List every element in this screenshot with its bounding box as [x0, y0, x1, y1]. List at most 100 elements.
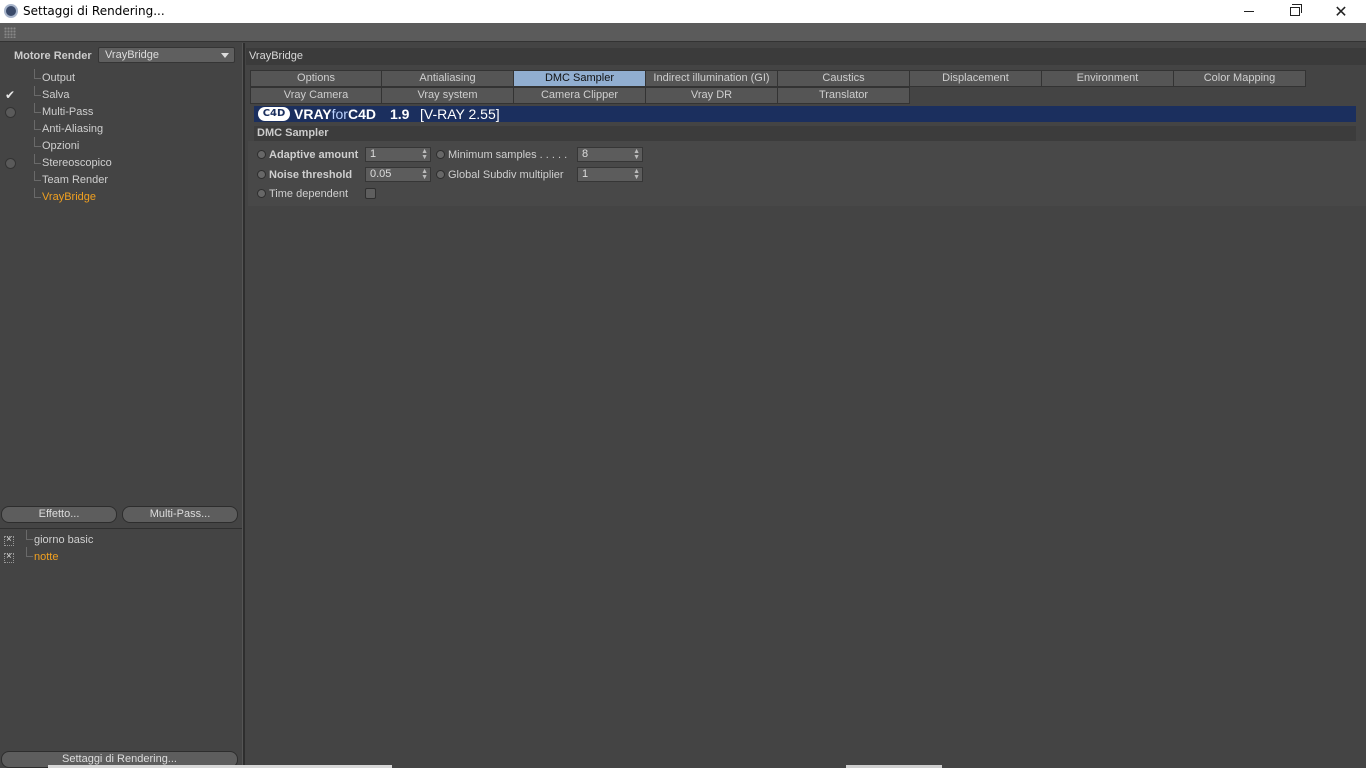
tab-dmc-sampler[interactable]: DMC Sampler [513, 70, 646, 87]
tree-item-vraybridge[interactable]: VrayBridge [0, 188, 242, 206]
vray-banner: C4D VRAYforC4D 1.9 [V-RAY 2.55] [254, 106, 1356, 122]
stepper-icon[interactable]: ▲ ▼ [421, 168, 428, 181]
tab-camera-clipper[interactable]: Camera Clipper [513, 87, 646, 104]
grip-handle-icon[interactable] [4, 27, 16, 38]
animate-radio[interactable] [257, 189, 266, 198]
global-subdiv-input[interactable]: 1 ▲ ▼ [577, 167, 643, 182]
tab-caustics[interactable]: Caustics [777, 70, 910, 87]
brand-for: for [331, 106, 348, 122]
preset-toggle-icon[interactable] [4, 534, 14, 546]
tab-vray-system[interactable]: Vray system [381, 87, 514, 104]
cinema4d-app-icon [4, 4, 18, 18]
animate-radio[interactable] [436, 170, 445, 179]
global-subdiv-label: Global Subdiv multiplier [448, 169, 564, 181]
stepper-icon[interactable]: ▲ ▼ [421, 148, 428, 161]
tree-item-stereoscopico[interactable]: Stereoscopico [0, 154, 242, 172]
effect-button[interactable]: Effetto... [1, 506, 117, 523]
render-engine-value: VrayBridge [105, 49, 160, 61]
render-engine-label: Motore Render [14, 50, 92, 62]
minimum-samples-label: Minimum samples . . . . . [448, 149, 568, 161]
tree-branch-line [34, 188, 41, 198]
tab-indirect-illumination[interactable]: Indirect illumination (GI) [645, 70, 778, 87]
tree-item-label: VrayBridge [42, 191, 97, 203]
preset-label: notte [34, 551, 59, 563]
vray-for-c4d-brand: VRAYforC4D [294, 106, 376, 122]
animate-radio[interactable] [257, 150, 266, 159]
tree-item-team-render[interactable]: Team Render [0, 171, 242, 189]
chevron-down-icon [221, 53, 229, 58]
minimum-samples-value: 8 [582, 148, 589, 160]
brand-vray: VRAY [294, 106, 332, 122]
adaptive-amount-input[interactable]: 1 ▲ ▼ [365, 147, 431, 162]
preset-label: giorno basic [34, 534, 94, 546]
tree-branch-line [26, 530, 33, 540]
tree-item-anti-aliasing[interactable]: Anti-Aliasing [0, 120, 242, 138]
tree-branch-line [34, 86, 41, 96]
panel-header-title: VrayBridge [249, 50, 304, 62]
animate-radio[interactable] [436, 150, 445, 159]
brand-c4d: C4D [347, 106, 376, 122]
group-header: DMC Sampler [254, 126, 1356, 141]
time-dependent-checkbox[interactable] [365, 188, 376, 199]
tab-translator[interactable]: Translator [777, 87, 910, 104]
animate-radio[interactable] [257, 170, 266, 179]
tree-item-label: Opzioni [42, 140, 80, 152]
tree-item-salva[interactable]: ✔ Salva [0, 86, 242, 104]
divider [0, 528, 242, 529]
tree-branch-line [34, 137, 41, 147]
title-bar: Settaggi di Rendering... ✕ [0, 0, 1366, 23]
adaptive-amount-label: Adaptive amount [269, 149, 359, 161]
tree-item-label: Multi-Pass [42, 106, 94, 118]
minimum-samples-input[interactable]: 8 ▲ ▼ [577, 147, 643, 162]
render-engine-dropdown[interactable]: VrayBridge [98, 47, 235, 63]
tab-displacement[interactable]: Displacement [909, 70, 1042, 87]
stepper-icon[interactable]: ▲ ▼ [633, 168, 640, 181]
global-subdiv-value: 1 [582, 168, 589, 180]
tree-item-label: Team Render [42, 174, 109, 186]
minimize-button[interactable] [1226, 0, 1272, 23]
c4d-logo: C4D [258, 107, 290, 121]
tree-branch-line [34, 120, 41, 130]
tab-vray-camera[interactable]: Vray Camera [250, 87, 382, 104]
tree-item-output[interactable]: Output [0, 69, 242, 87]
tree-branch-line [34, 171, 41, 181]
tree-branch-line [34, 103, 41, 113]
adaptive-amount-value: 1 [370, 148, 377, 160]
tree-item-multipass[interactable]: Multi-Pass [0, 103, 242, 121]
tree-item-opzioni[interactable]: Opzioni [0, 137, 242, 155]
toolbar-strip [0, 23, 1366, 42]
preset-item-giorno-basic[interactable]: giorno basic [0, 530, 242, 549]
group-title: DMC Sampler [257, 127, 329, 139]
toggle-checkbox[interactable] [5, 107, 16, 118]
tree-item-label: Anti-Aliasing [42, 123, 104, 135]
tree-branch-line [34, 69, 41, 79]
noise-threshold-input[interactable]: 0.05 ▲ ▼ [365, 167, 431, 182]
close-button[interactable]: ✕ [1318, 0, 1364, 23]
preset-item-notte[interactable]: notte [0, 547, 242, 566]
tree-item-label: Stereoscopico [42, 157, 112, 169]
tab-vray-dr[interactable]: Vray DR [645, 87, 778, 104]
maximize-button[interactable] [1272, 0, 1318, 23]
multipass-button[interactable]: Multi-Pass... [122, 506, 238, 523]
noise-threshold-value: 0.05 [370, 168, 392, 180]
stepper-icon[interactable]: ▲ ▼ [633, 148, 640, 161]
restore-icon [1290, 4, 1302, 16]
tab-environment[interactable]: Environment [1041, 70, 1174, 87]
plugin-version: 1.9 [390, 106, 410, 122]
tree-branch-line [34, 154, 41, 164]
tab-antialiasing[interactable]: Antialiasing [381, 70, 514, 87]
panel-splitter[interactable] [242, 43, 245, 768]
tree-branch-line [26, 547, 33, 557]
toggle-checkbox[interactable] [5, 158, 16, 169]
tree-item-label: Output [42, 72, 76, 84]
window-title: Settaggi di Rendering... [23, 4, 165, 18]
preset-toggle-icon[interactable] [4, 551, 14, 563]
noise-threshold-label: Noise threshold [269, 169, 353, 181]
tab-color-mapping[interactable]: Color Mapping [1173, 70, 1306, 87]
panel-header: VrayBridge [246, 48, 1366, 65]
tree-item-label: Salva [42, 89, 70, 101]
checkmark-icon[interactable]: ✔ [5, 88, 15, 102]
close-icon: ✕ [1334, 3, 1348, 21]
tab-options[interactable]: Options [250, 70, 382, 87]
vray-version: [V-RAY 2.55] [420, 106, 500, 122]
